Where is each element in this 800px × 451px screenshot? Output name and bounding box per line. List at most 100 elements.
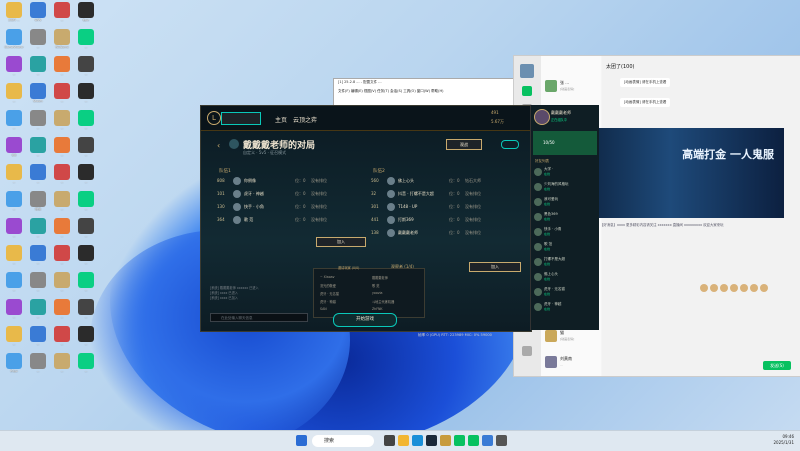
desktop-icon[interactable]: ... (50, 2, 74, 29)
desktop-icon[interactable]: ... (2, 110, 26, 137)
invite-list-item[interactable]: 歌 范 (372, 283, 379, 288)
list-item[interactable]: 刘黄南 ... (543, 352, 599, 378)
desktop-icon[interactable]: ... (50, 191, 74, 218)
invite-list-item[interactable]: ZhFNK (372, 307, 383, 311)
search-input[interactable]: 搜索 (312, 435, 374, 447)
invite-list-item[interactable]: yoovia (372, 291, 383, 295)
desktop-icon[interactable]: GameViewer (2, 29, 26, 56)
friend-item[interactable]: 打螺不是大超 在线 (533, 257, 597, 268)
desktop-icon[interactable]: ... (2, 56, 26, 83)
desktop-icon[interactable]: ... (26, 164, 50, 191)
desktop-icon[interactable]: WeGame (50, 29, 74, 56)
settings-icon[interactable] (522, 346, 532, 356)
taskview-icon[interactable] (384, 435, 395, 446)
player-row[interactable]: 101 虎牙 · 神越 位：0 没有排位 (215, 189, 340, 199)
desktop-icon[interactable]: ... (50, 299, 74, 326)
desktop-icon[interactable]: ... (74, 326, 98, 353)
app-icon[interactable] (496, 435, 507, 446)
desktop-icon[interactable]: ... (74, 245, 98, 272)
player-row[interactable]: 364 歌 范 位：0 没有排位 (215, 215, 340, 225)
desktop-icon[interactable]: ... (2, 245, 26, 272)
join-team1-button[interactable]: 加入 (316, 237, 366, 247)
desktop-icon[interactable]: ... (2, 83, 26, 110)
desktop-icon[interactable]: ... (26, 29, 50, 56)
desktop-icon[interactable]: 2024 ... (2, 2, 26, 29)
emoji-icon[interactable] (720, 284, 728, 292)
stream-banner-image[interactable]: 高端打金 一人鬼服 (594, 128, 784, 218)
desktop-icon[interactable]: ... (2, 164, 26, 191)
player-row[interactable]: 32 抖音 · 打螺不是大超 位：0 没有排位 (369, 189, 494, 199)
desktop-icon[interactable]: ... (26, 326, 50, 353)
player-row[interactable]: 808 你倒像 位：0 没有排位 (215, 176, 340, 186)
league-icon[interactable] (440, 435, 451, 446)
desktop-icon[interactable]: ... (74, 272, 98, 299)
desktop-icon[interactable]: ... (74, 353, 98, 380)
desktop-icon[interactable]: ... (74, 299, 98, 326)
desktop-icon[interactable]: ... (74, 56, 98, 83)
desktop-icon[interactable]: ... (50, 245, 74, 272)
desktop-icon[interactable]: ... (26, 218, 50, 245)
invite-list-item[interactable]: ~ Xiaoav (320, 275, 335, 279)
friend-item[interactable]: 黑色369 在线 (533, 212, 597, 223)
invite-list-item[interactable]: 虎牙 · 神越 (320, 299, 336, 304)
desktop-icon[interactable]: ... (50, 353, 74, 380)
desktop-icon[interactable]: ... (50, 56, 74, 83)
invite-list-item[interactable]: 流光的敬爱 (320, 283, 336, 288)
desktop-icon[interactable]: ... (26, 353, 50, 380)
desktop-icon[interactable]: Epic (74, 2, 98, 29)
start-game-button[interactable]: 开始游戏 (333, 313, 397, 327)
join-observer-button[interactable]: 加入 (469, 262, 521, 272)
desktop-icon[interactable]: ... (50, 110, 74, 137)
wechat-icon[interactable] (454, 435, 465, 446)
desktop-icon[interactable]: ... (50, 272, 74, 299)
desktop-icon[interactable]: ... (2, 272, 26, 299)
desktop-icon[interactable]: ... (74, 29, 98, 56)
tool-window-menu[interactable]: 文件(F) 编辑(E) 视图(V) 任务(T) 会话(S) 工具(O) 窗口(W… (338, 89, 443, 94)
player-row[interactable]: 301 T148 · UP 位：0 没有排位 (369, 202, 494, 212)
desktop-icon[interactable]: WPS (26, 2, 50, 29)
party-banner[interactable]: 10/50 (533, 131, 597, 155)
desktop-icon[interactable]: ... (50, 164, 74, 191)
spectate-button[interactable]: 观战 (446, 139, 482, 150)
friend-item[interactable]: 虎牙 · 无名猫 在线 (533, 287, 597, 298)
desktop-icon[interactable]: ... (2, 191, 26, 218)
desktop-icon[interactable]: Steam (26, 83, 50, 110)
desktop-icon[interactable]: ... (74, 191, 98, 218)
invite-list-item[interactable]: SAN (320, 307, 327, 311)
invite-list-item[interactable]: 斗地主代练机器 (372, 299, 394, 304)
emoji-icon[interactable] (740, 284, 748, 292)
chat-icon[interactable] (522, 86, 532, 96)
message-bubble[interactable]: [动画表情] 请在手机上查看 (620, 98, 671, 107)
wechat-icon[interactable] (468, 435, 479, 446)
friend-item[interactable]: 快手 · 小角 在线 (533, 227, 597, 238)
desktop-icon[interactable]: ... (26, 245, 50, 272)
emoji-icon[interactable] (700, 284, 708, 292)
profile-avatar[interactable] (534, 109, 550, 125)
emoji-icon[interactable] (730, 284, 738, 292)
player-row[interactable]: 441 打斯369 位：0 没有排位 (369, 215, 494, 225)
play-button[interactable] (221, 112, 261, 125)
desktop-icon[interactable]: ... (2, 299, 26, 326)
message-bubble[interactable]: [动画表情] 请在手机上查看 (620, 78, 671, 87)
player-row[interactable]: 138 戴戴戴老师 位：0 没有排位 (369, 228, 494, 238)
list-item[interactable]: 张 ... [动画表情] (543, 76, 599, 102)
start-icon[interactable] (296, 435, 307, 446)
desktop-icon[interactable]: ... (74, 137, 98, 164)
desktop-icon[interactable]: ... (74, 164, 98, 191)
friend-item[interactable]: 我可爱玩 在线 (533, 197, 597, 208)
steam-icon[interactable] (426, 435, 437, 446)
toggle-switch[interactable] (501, 140, 519, 149)
desktop-icon[interactable]: 微信 (26, 191, 50, 218)
desktop-icon[interactable]: ... (74, 83, 98, 110)
friend-item[interactable]: 大学 · 在线 (533, 167, 597, 178)
friend-item[interactable]: 歌 范在线 (533, 242, 597, 253)
emoji-icon[interactable] (760, 284, 768, 292)
tool-window[interactable]: [1] 25.2.8 ... - 配置文件 ... 文件(F) 编辑(E) 视图… (333, 78, 515, 108)
desktop-icon[interactable]: Edge (2, 353, 26, 380)
desktop-icon[interactable]: ... (26, 137, 50, 164)
friend-item[interactable]: 少刘海的风格玩 在线 (533, 182, 597, 193)
desktop-icon[interactable]: QQ (2, 137, 26, 164)
desktop-icon[interactable]: ... (26, 272, 50, 299)
send-button[interactable]: 发送(S) (763, 361, 791, 370)
edge-icon[interactable] (412, 435, 423, 446)
